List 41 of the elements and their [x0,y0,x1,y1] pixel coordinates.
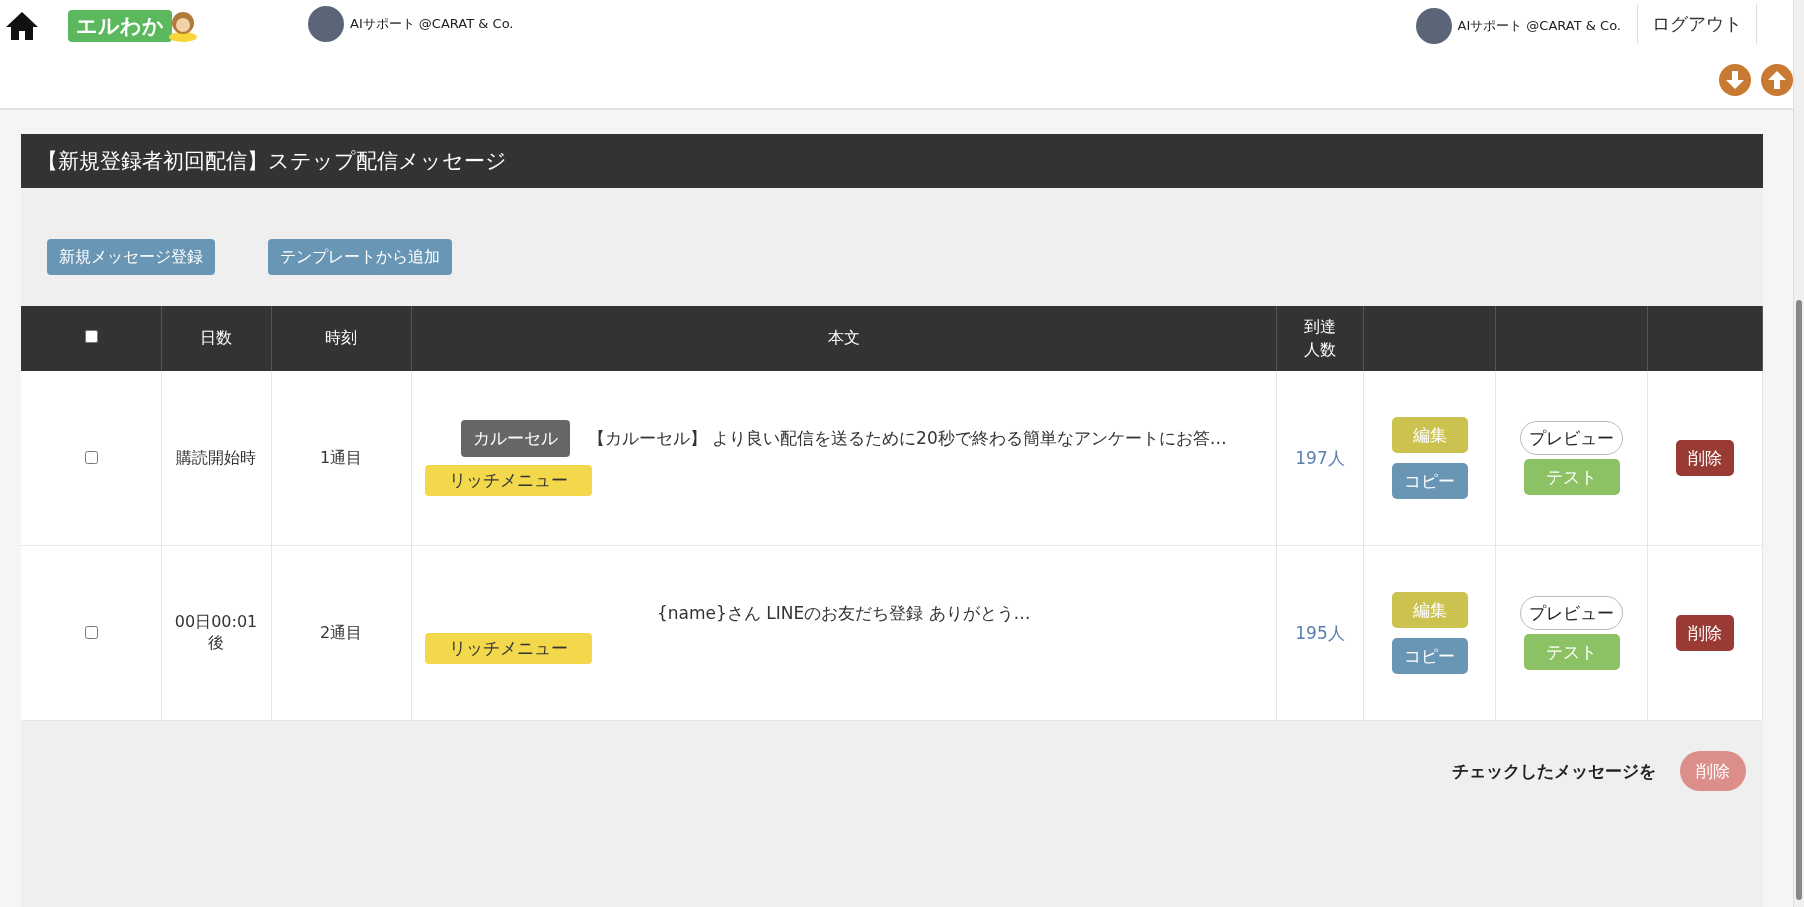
monkey-icon [168,10,198,42]
action-button[interactable]: 新規メッセージ登録 [47,239,215,275]
message-text: {name}さん LINEのお友だち登録 ありがとう… [656,602,1031,625]
home-icon[interactable] [4,10,40,42]
edit-button[interactable]: 編集 [1391,592,1468,628]
delete-button[interactable]: 削除 [1676,615,1734,651]
test-button[interactable]: テスト [1523,459,1620,495]
order-cell: 2通目 [271,545,411,721]
carousel-tag: カルーセル [460,420,570,457]
panel-title: 【新規登録者初回配信】ステップ配信メッセージ [21,134,1763,188]
avatar [1415,8,1452,44]
account-name: AIサポート @CARAT & Co. [1457,17,1621,35]
preview-button[interactable]: プレビュー [1520,421,1623,455]
edit-button[interactable]: 編集 [1391,417,1468,453]
row-checkbox[interactable] [84,626,98,639]
reach-count-link[interactable]: 197人 [1295,447,1345,468]
order-cell: 1通目 [271,371,411,546]
preview-button[interactable]: プレビュー [1520,596,1623,630]
logo[interactable]: エルわか [68,10,172,42]
reach-count-link[interactable]: 195人 [1295,622,1345,643]
column-header: 時刻 [271,306,411,371]
select-all-checkbox[interactable] [84,330,98,344]
message-text: 【カルーセル】 より良い配信を送るために20秒で終わる簡単なアンケートにお答… [587,427,1227,450]
day-cell: 00日00:01 後 [161,545,271,721]
scrollbar[interactable] [1793,0,1804,907]
column-header: 到達人数 [1304,316,1336,361]
action-button[interactable]: テンプレートから追加 [268,239,452,275]
copy-button[interactable]: コピー [1391,463,1468,499]
copy-button[interactable]: コピー [1391,638,1468,674]
avatar [308,6,344,42]
bulk-action-label: チェックしたメッセージを [1452,759,1656,783]
logout-link[interactable]: ログアウト [1637,4,1757,44]
column-header: 本文 [411,306,1277,371]
day-cell: 購読開始時 [161,371,271,546]
column-header: 日数 [161,306,271,371]
delete-button[interactable]: 削除 [1676,440,1734,476]
test-button[interactable]: テスト [1523,634,1620,670]
row-checkbox[interactable] [84,451,98,464]
rich-menu-tag: リッチメニュー [424,633,592,664]
account-name: AIサポート @CARAT & Co. [350,15,514,33]
rich-menu-tag: リッチメニュー [424,465,592,496]
